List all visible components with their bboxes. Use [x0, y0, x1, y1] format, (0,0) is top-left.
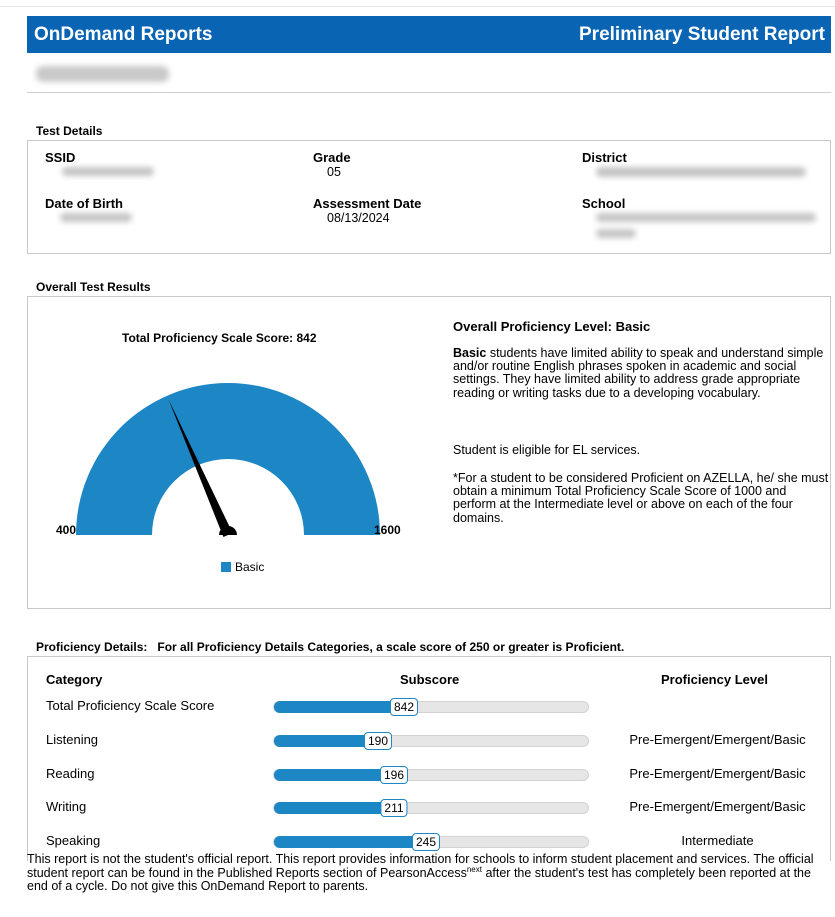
level-description-bold: Basic: [453, 346, 487, 360]
header-right-title: Preliminary Student Report: [579, 23, 825, 45]
category-label: Reading: [46, 766, 95, 781]
subscore-value-label: 190: [363, 732, 393, 750]
overall-level-heading: Overall Proficiency Level: Basic: [453, 319, 651, 334]
level-description: Basic students have limited ability to s…: [453, 346, 829, 400]
subscore-column-header: Subscore: [400, 672, 460, 687]
dob-label: Date of Birth: [45, 196, 123, 211]
subscore-value-label: 196: [379, 766, 409, 784]
proficiency-gauge: [76, 383, 380, 538]
category-label: Total Proficiency Scale Score: [46, 698, 215, 713]
grade-label: Grade: [313, 150, 351, 165]
overall-results-title: Overall Test Results: [36, 280, 151, 294]
subscore-value-label: 211: [380, 799, 408, 817]
test-details-title: Test Details: [36, 124, 103, 138]
subscore-bar-track: 842: [273, 698, 589, 716]
subscore-bar-track: 245: [273, 833, 589, 851]
gauge-title: Total Proficiency Scale Score: 842: [122, 331, 317, 345]
gauge-min-label: 400: [56, 523, 77, 537]
assessment-date-label: Assessment Date: [313, 196, 422, 211]
student-name-redacted: [36, 66, 169, 82]
ssid-label: SSID: [45, 150, 76, 165]
top-divider: [0, 6, 835, 7]
grade-value: 05: [327, 165, 341, 179]
proficiency-level-label: Pre-Emergent/Emergent/Basic: [629, 732, 806, 747]
name-divider: [27, 92, 831, 93]
subscore-value-label: 245: [411, 833, 441, 851]
district-label: District: [582, 150, 627, 165]
level-column-header: Proficiency Level: [661, 672, 768, 687]
subscore-value-label: 842: [389, 698, 419, 716]
dob-value-redacted: [60, 213, 132, 222]
category-label: Writing: [46, 799, 87, 814]
ssid-value-redacted: [62, 167, 154, 176]
header-left-title: OnDemand Reports: [34, 23, 213, 45]
level-description-rest: students have limited ability to speak a…: [453, 346, 824, 400]
proficiency-level-label: Pre-Emergent/Emergent/Basic: [629, 766, 806, 781]
category-column-header: Category: [46, 672, 103, 687]
category-label: Speaking: [46, 833, 101, 848]
category-label: Listening: [46, 732, 99, 747]
school-value-redacted-1: [596, 213, 816, 222]
subscore-bar-fill: [274, 701, 404, 713]
subscore-bar-track: 190: [273, 732, 589, 750]
footer-sup: next: [466, 864, 482, 874]
report-header: OnDemand Reports Preliminary Student Rep…: [27, 16, 831, 53]
school-value-redacted-2: [596, 229, 636, 238]
subscore-bar-fill: [274, 735, 378, 747]
legend-swatch-basic: [221, 562, 231, 572]
school-label: School: [582, 196, 626, 211]
proficiency-level-label: Intermediate: [681, 833, 754, 848]
legend-label-basic: Basic: [235, 560, 265, 574]
subscore-bar-fill: [274, 802, 394, 814]
eligibility-text: Student is eligible for EL services.: [453, 443, 641, 457]
proficiency-note: *For a student to be considered Proficie…: [453, 471, 829, 525]
assessment-date-value: 08/13/2024: [327, 211, 390, 225]
test-details-box: [27, 140, 831, 254]
gauge-arc: [76, 383, 380, 535]
gauge-max-label: 1600: [374, 523, 401, 537]
district-value-redacted: [596, 167, 806, 177]
subscore-bar-fill: [274, 836, 426, 848]
subscore-bar-fill: [274, 769, 394, 781]
subscore-bar-track: 211: [273, 799, 589, 817]
proficiency-details-title: Proficiency Details: For all Proficiency…: [36, 640, 625, 654]
proficiency-level-label: Pre-Emergent/Emergent/Basic: [629, 799, 806, 814]
disclaimer-footer: This report is not the student's officia…: [27, 852, 833, 894]
subscore-bar-track: 196: [273, 766, 589, 784]
